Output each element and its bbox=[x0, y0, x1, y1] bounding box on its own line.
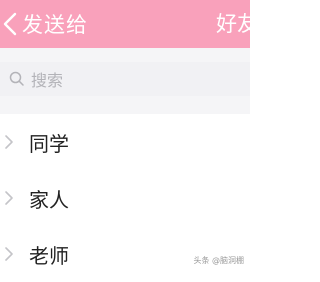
top-bar: 发送给 好友 bbox=[0, 0, 250, 48]
group-label: 老师 bbox=[29, 243, 69, 268]
group-label: 家人 bbox=[29, 187, 69, 212]
search-section: 搜索 bbox=[0, 48, 250, 114]
search-input[interactable]: 搜索 bbox=[0, 62, 250, 96]
group-item-classmates[interactable]: 同学 bbox=[0, 114, 250, 170]
friends-tab-label[interactable]: 好友 bbox=[216, 0, 250, 48]
group-item-family[interactable]: 家人 bbox=[0, 170, 250, 226]
search-placeholder: 搜索 bbox=[31, 71, 64, 90]
chevron-left-icon bbox=[2, 11, 18, 37]
page-title: 发送给 bbox=[22, 13, 88, 37]
group-item-teachers[interactable]: 老师 bbox=[0, 226, 250, 282]
back-button[interactable]: 发送给 bbox=[0, 0, 88, 48]
chevron-right-icon bbox=[0, 134, 14, 150]
watermark: 头条 @脑洞棚 bbox=[193, 256, 244, 265]
search-icon bbox=[0, 71, 25, 87]
group-label: 同学 bbox=[29, 131, 69, 156]
chevron-right-icon bbox=[0, 190, 14, 206]
chevron-right-icon bbox=[0, 246, 14, 262]
